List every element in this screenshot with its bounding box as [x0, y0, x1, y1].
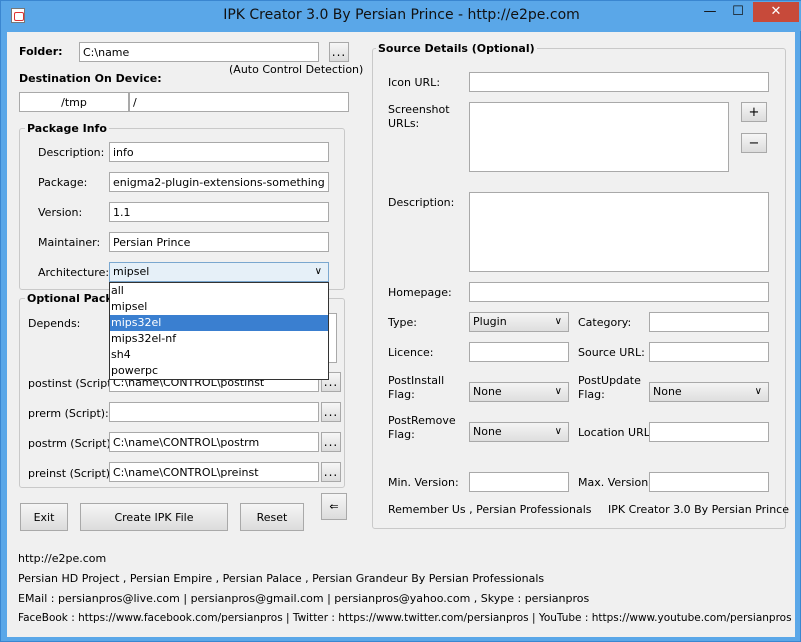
folder-label: Folder:: [19, 45, 63, 58]
architecture-option[interactable]: powerpc: [110, 363, 328, 379]
postupdate-flag-select[interactable]: None ∨: [649, 382, 769, 402]
architecture-option[interactable]: sh4: [110, 347, 328, 363]
optional-packages-title: Optional Packa: [25, 292, 123, 305]
postrm-label: postrm (Script):: [28, 437, 115, 450]
location-url-input[interactable]: [649, 422, 769, 442]
architecture-option-highlighted[interactable]: mips32el: [110, 315, 328, 331]
depends-label: Depends:: [28, 317, 81, 330]
category-label: Category:: [578, 316, 632, 329]
package-input[interactable]: [109, 172, 329, 192]
footer-website: http://e2pe.com: [18, 552, 107, 565]
remove-screenshot-button[interactable]: −: [741, 133, 767, 153]
category-input[interactable]: [649, 312, 769, 332]
app-window: IPK Creator 3.0 By Persian Prince - http…: [0, 0, 801, 642]
footer-projects: Persian HD Project , Persian Empire , Pe…: [18, 572, 545, 585]
preinst-input[interactable]: [109, 462, 319, 482]
chevron-down-icon: ∨: [314, 266, 322, 277]
chevron-down-icon: ∨: [554, 386, 562, 397]
architecture-selected: mipsel: [113, 265, 150, 278]
prerm-browse-button[interactable]: ...: [321, 402, 341, 422]
minimize-button[interactable]: —: [697, 2, 723, 22]
postinstall-flag-select[interactable]: None ∨: [469, 382, 569, 402]
description-input[interactable]: [109, 142, 329, 162]
exit-button[interactable]: Exit: [20, 503, 68, 531]
description-label: Description:: [38, 146, 105, 159]
reset-button[interactable]: Reset: [240, 503, 304, 531]
destination-label: Destination On Device:: [19, 72, 162, 85]
add-screenshot-button[interactable]: +: [741, 102, 767, 122]
source-url-input[interactable]: [649, 342, 769, 362]
architecture-select[interactable]: mipsel ∨: [109, 262, 329, 282]
package-label: Package:: [38, 176, 88, 189]
prerm-label: prerm (Script):: [28, 407, 109, 420]
postremove-label-line1: PostRemove: [388, 414, 456, 427]
postinstall-label-line1: PostInstall: [388, 374, 445, 387]
destination-root-input[interactable]: [19, 92, 129, 112]
type-select[interactable]: Plugin ∨: [469, 312, 569, 332]
licence-label: Licence:: [388, 346, 434, 359]
folder-browse-button[interactable]: ...: [329, 42, 349, 62]
homepage-label: Homepage:: [388, 286, 452, 299]
source-description-textarea[interactable]: [469, 192, 769, 272]
preinst-browse-button[interactable]: ...: [321, 462, 341, 482]
type-selected: Plugin: [473, 315, 507, 328]
postinstall-selected: None: [473, 385, 502, 398]
architecture-option[interactable]: all: [110, 283, 328, 299]
min-version-label: Min. Version:: [388, 476, 459, 489]
maintainer-input[interactable]: [109, 232, 329, 252]
remember-text: Remember Us , Persian Professionals: [388, 503, 592, 516]
postremove-selected: None: [473, 425, 502, 438]
source-details-title: Source Details (Optional): [376, 42, 537, 55]
prerm-input[interactable]: [109, 402, 319, 422]
package-info-title: Package Info: [25, 122, 109, 135]
version-label: Version:: [38, 206, 83, 219]
maintainer-label: Maintainer:: [38, 236, 101, 249]
icon-url-label: Icon URL:: [388, 76, 441, 89]
footer-social: FaceBook : https://www.facebook.com/pers…: [18, 612, 792, 624]
chevron-down-icon: ∨: [754, 386, 762, 397]
licence-input[interactable]: [469, 342, 569, 362]
postinst-label: postinst (Script):: [28, 377, 120, 390]
maximize-button[interactable]: ☐: [725, 2, 751, 22]
location-url-label: Location URL:: [578, 426, 654, 439]
source-url-label: Source URL:: [578, 346, 645, 359]
screenshot-urls-list[interactable]: [469, 102, 729, 172]
chevron-down-icon: ∨: [554, 426, 562, 437]
collapse-arrow-button[interactable]: ⇐: [321, 493, 347, 520]
postrm-input[interactable]: [109, 432, 319, 452]
postupdate-selected: None: [653, 385, 682, 398]
postupdate-label-line2: Flag:: [578, 388, 605, 401]
postupdate-label-line1: PostUpdate: [578, 374, 641, 387]
close-button[interactable]: ✕: [753, 2, 799, 22]
max-version-label: Max. Version:: [578, 476, 652, 489]
screenshot-label-line1: Screenshot: [388, 103, 450, 116]
footer-email: EMail : persianpros@live.com | persianpr…: [18, 592, 590, 605]
homepage-input[interactable]: [469, 282, 769, 302]
source-description-label: Description:: [388, 196, 455, 209]
min-version-input[interactable]: [469, 472, 569, 492]
icon-url-input[interactable]: [469, 72, 769, 92]
version-input[interactable]: [109, 202, 329, 222]
architecture-label: Architecture:: [38, 266, 110, 279]
type-label: Type:: [388, 316, 417, 329]
window-title: IPK Creator 3.0 By Persian Prince - http…: [223, 7, 580, 23]
architecture-option[interactable]: mipsel: [110, 299, 328, 315]
destination-path-input[interactable]: [129, 92, 349, 112]
architecture-option[interactable]: mips32el-nf: [110, 331, 328, 347]
chevron-down-icon: ∨: [554, 316, 562, 327]
postinstall-label-line2: Flag:: [388, 388, 415, 401]
postremove-label-line2: Flag:: [388, 428, 415, 441]
title-bar[interactable]: IPK Creator 3.0 By Persian Prince - http…: [1, 1, 801, 31]
preinst-label: preinst (Script):: [28, 467, 114, 480]
postrm-browse-button[interactable]: ...: [321, 432, 341, 452]
screenshot-label-line2: URLs:: [388, 117, 420, 130]
create-ipk-button[interactable]: Create IPK File: [80, 503, 228, 531]
folder-input[interactable]: [79, 42, 319, 62]
brand-text: IPK Creator 3.0 By Persian Prince: [608, 503, 789, 516]
client-area: Folder: ... (Auto Control Detection) Des…: [7, 32, 795, 637]
postremove-flag-select[interactable]: None ∨: [469, 422, 569, 442]
max-version-input[interactable]: [649, 472, 769, 492]
architecture-dropdown-list[interactable]: all mipsel mips32el mips32el-nf sh4 powe…: [109, 282, 329, 380]
auto-detect-note: (Auto Control Detection): [229, 63, 364, 76]
